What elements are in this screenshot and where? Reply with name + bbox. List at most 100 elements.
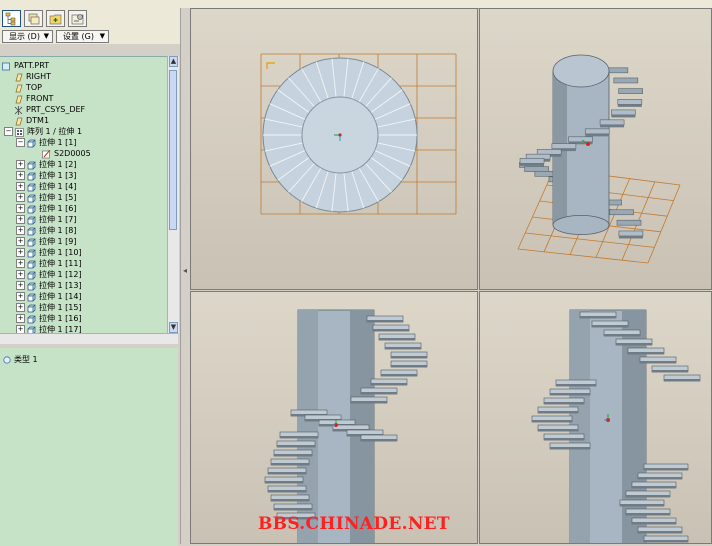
extrude-icon: [27, 249, 36, 257]
grid-line: [647, 184, 681, 264]
chevron-down-icon: ▼: [99, 32, 105, 40]
stair-step: [617, 99, 643, 105]
expand-toggle[interactable]: +: [16, 259, 25, 268]
scroll-down-icon[interactable]: ▼: [169, 322, 178, 333]
collapse-toggle[interactable]: −: [4, 127, 13, 136]
tree-item-label: 拉伸 1 [8]: [39, 226, 77, 235]
grid-line: [517, 248, 649, 264]
tree-item-member[interactable]: + 拉伸 1 [3]: [16, 170, 77, 181]
stair-step-side: [632, 522, 676, 525]
stair-step-side: [271, 463, 309, 466]
connections-tab[interactable]: [68, 10, 87, 27]
tree-item-root[interactable]: PATT.PRT: [2, 60, 49, 71]
detail-item-label: 类型 1: [14, 355, 38, 364]
extrude-icon: [27, 183, 36, 191]
layer-tree-tab[interactable]: [24, 10, 43, 27]
collapse-arrow-icon[interactable]: ◂: [183, 266, 187, 275]
stair-step-side: [367, 320, 403, 323]
viewport-side-view[interactable]: [479, 291, 712, 544]
expand-toggle[interactable]: +: [16, 193, 25, 202]
tree-item-member[interactable]: + 拉伸 1 [6]: [16, 203, 77, 214]
expand-toggle[interactable]: +: [16, 237, 25, 246]
tree-item-datum-top[interactable]: TOP: [14, 82, 42, 93]
stair-step-side: [640, 361, 676, 364]
tree-vertical-scrollbar[interactable]: ▲ ▼: [167, 56, 179, 333]
stair-step-side: [618, 235, 643, 239]
extrude-icon: [27, 194, 36, 202]
top-view-canvas: [260, 53, 457, 215]
tree-item-member[interactable]: + 拉伸 1 [8]: [16, 225, 77, 236]
tree-menu-bar: 显示 (D) ▼ 设置 (G) ▼: [0, 30, 180, 44]
tree-item-label: 阵列 1 / 拉伸 1: [27, 127, 83, 136]
expand-toggle[interactable]: +: [16, 303, 25, 312]
expand-toggle[interactable]: +: [16, 215, 25, 224]
tree-item-member[interactable]: + 拉伸 1 [13]: [16, 280, 82, 291]
expand-toggle[interactable]: +: [16, 314, 25, 323]
tree-item-member[interactable]: + 拉伸 1 [4]: [16, 181, 77, 192]
tree-item-member[interactable]: + 拉伸 1 [5]: [16, 192, 77, 203]
stair-step: [618, 230, 644, 237]
favorites-tab[interactable]: [46, 10, 65, 27]
expand-toggle[interactable]: +: [16, 248, 25, 257]
expand-toggle[interactable]: +: [16, 182, 25, 191]
tree-item-member[interactable]: + 拉伸 1 [10]: [16, 247, 82, 258]
extrude-icon: [27, 315, 36, 323]
tree-item-pattern[interactable]: − 阵列 1 / 拉伸 1: [4, 126, 82, 137]
tree-item-datum-front[interactable]: FRONT: [14, 93, 53, 104]
tree-item-member[interactable]: + 拉伸 1 [16]: [16, 313, 82, 324]
expand-toggle[interactable]: +: [16, 204, 25, 213]
iso-view-canvas: [517, 54, 681, 264]
stair-step-side: [628, 352, 664, 355]
tree-item-label: PRT_CSYS_DEF: [26, 105, 86, 114]
collapse-toggle[interactable]: −: [16, 138, 25, 147]
tree-item-dtm1[interactable]: DTM1: [14, 115, 49, 126]
stair-step-side: [550, 393, 590, 396]
expand-toggle[interactable]: +: [16, 226, 25, 235]
tree-item-member[interactable]: + 拉伸 1 [15]: [16, 302, 82, 313]
stair-step-side: [644, 540, 688, 543]
tree-item-member-1[interactable]: − 拉伸 1 [1]: [16, 137, 77, 148]
stair-step-side: [274, 454, 312, 457]
stair-step-side: [381, 374, 417, 377]
viewport-iso-view[interactable]: [479, 8, 712, 290]
stair-step-side: [373, 329, 409, 332]
stair-step-side: [611, 114, 636, 118]
expand-toggle[interactable]: +: [16, 171, 25, 180]
stair-step-side: [265, 481, 303, 484]
scroll-thumb[interactable]: [169, 70, 177, 230]
expand-toggle[interactable]: +: [16, 270, 25, 279]
model-tree-tab[interactable]: [2, 10, 21, 27]
viewport-top-view[interactable]: [190, 8, 478, 290]
tree-item-member[interactable]: + 拉伸 1 [2]: [16, 159, 77, 170]
tree-item-sketch[interactable]: S2D0005: [42, 148, 91, 159]
tree-item-member[interactable]: + 拉伸 1 [11]: [16, 258, 82, 269]
settings-menu-button[interactable]: 设置 (G) ▼: [56, 30, 109, 43]
extrude-icon: [27, 227, 36, 235]
tree-item-datum-right[interactable]: RIGHT: [14, 71, 51, 82]
tree-item-member[interactable]: + 拉伸 1 [14]: [16, 291, 82, 302]
stair-step-side: [664, 379, 700, 382]
search-icon: [2, 355, 11, 364]
expand-toggle[interactable]: +: [16, 160, 25, 169]
datum-plane-icon: [14, 73, 23, 81]
stair-step-side: [652, 370, 688, 373]
tree-horizontal-scrollbar[interactable]: [0, 333, 178, 344]
detail-item[interactable]: 类型 1: [2, 354, 38, 365]
tree-item-member[interactable]: + 拉伸 1 [7]: [16, 214, 77, 225]
expand-toggle[interactable]: +: [16, 292, 25, 301]
show-menu-button[interactable]: 显示 (D) ▼: [2, 30, 53, 43]
stair-step-side: [271, 499, 309, 502]
stair-step-side: [520, 163, 545, 166]
stair-step-side: [391, 356, 427, 359]
stair-step-side: [585, 133, 610, 137]
tree-item-csys[interactable]: PRT_CSYS_DEF: [14, 104, 85, 115]
scroll-up-icon[interactable]: ▲: [169, 56, 178, 67]
stair-step-side: [592, 325, 628, 328]
stair-step: [609, 209, 634, 216]
expand-toggle[interactable]: +: [16, 281, 25, 290]
tree-item-member[interactable]: + 拉伸 1 [12]: [16, 269, 82, 280]
datum-plane-icon: [14, 117, 23, 125]
tree-item-member[interactable]: + 拉伸 1 [9]: [16, 236, 77, 247]
stair-step-side: [632, 486, 676, 489]
viewport-front-view[interactable]: [190, 291, 478, 544]
